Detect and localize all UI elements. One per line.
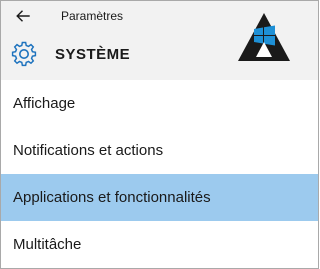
menu-item-affichage[interactable]: Affichage bbox=[1, 80, 318, 127]
menu-item-label: Applications et fonctionnalités bbox=[13, 189, 211, 206]
settings-window: Paramètres SYSTÈME Affichage Notificatio… bbox=[0, 0, 319, 269]
menu-item-label: Multitâche bbox=[13, 236, 82, 253]
windows-logo-watermark bbox=[238, 13, 290, 61]
menu-item-multitache[interactable]: Multitâche bbox=[1, 221, 318, 268]
menu-item-applications[interactable]: Applications et fonctionnalités bbox=[1, 174, 318, 221]
gear-icon bbox=[11, 41, 37, 67]
section-title: SYSTÈME bbox=[55, 45, 131, 63]
settings-menu: Affichage Notifications et actions Appli… bbox=[1, 80, 318, 268]
back-arrow-icon bbox=[16, 10, 30, 22]
settings-header: Paramètres SYSTÈME bbox=[1, 1, 318, 80]
menu-item-notifications[interactable]: Notifications et actions bbox=[1, 127, 318, 174]
back-button[interactable] bbox=[1, 1, 45, 31]
section-heading: SYSTÈME bbox=[11, 41, 130, 67]
window-title: Paramètres bbox=[61, 9, 124, 23]
menu-item-label: Notifications et actions bbox=[13, 142, 164, 159]
menu-item-label: Affichage bbox=[13, 95, 76, 112]
